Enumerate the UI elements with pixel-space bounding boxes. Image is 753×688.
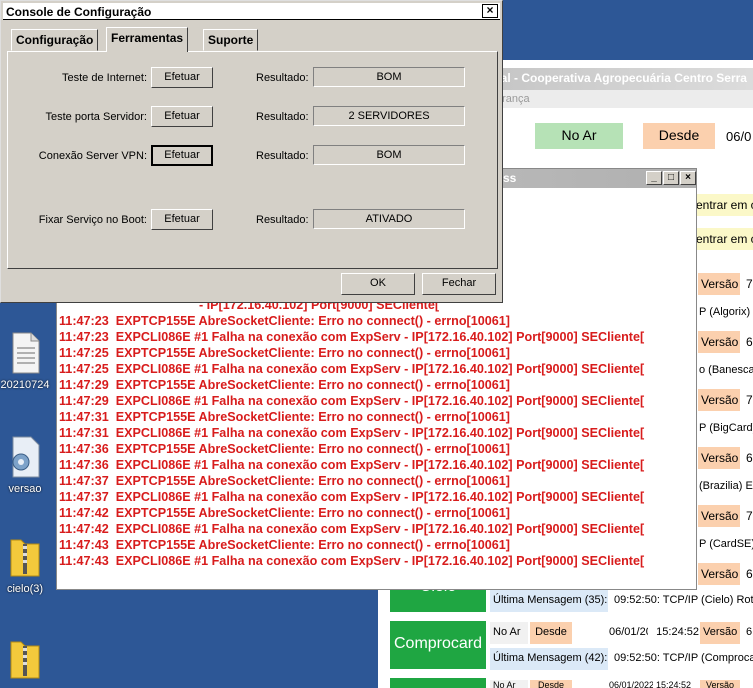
version-value: 7: [743, 389, 753, 411]
top-since-cell: Desde: [643, 123, 715, 149]
comprocard-status: No Ar: [490, 622, 528, 644]
internet-test-label: Teste de Internet:: [62, 72, 147, 84]
side-provider-text: P (Algorix) Ro: [696, 302, 753, 324]
comprocard-version: 6: [743, 622, 753, 644]
boot-service-label: Fixar Serviço no Boot:: [38, 214, 147, 226]
version-label: Versão: [698, 447, 740, 469]
version-value: 7: [743, 273, 753, 295]
server-port-test-label: Teste porta Servidor:: [45, 111, 148, 123]
side-provider-text: P (CardSE) F: [696, 534, 753, 556]
tab-configuracao[interactable]: Configuração: [11, 29, 99, 51]
log-line: 11:47:36 EXPCLI086E #1 Falha na conexão …: [59, 458, 645, 472]
log-line: 11:47:31 EXPTCP155E AbreSocketCliente: E…: [59, 410, 510, 424]
config-console-dialog[interactable]: Console de Configuração × Configuração F…: [0, 0, 503, 303]
version-value: 6: [743, 331, 753, 353]
last-message-label: Última Mensagem (35):: [490, 590, 608, 612]
tab-ferramentas[interactable]: Ferramentas: [106, 27, 189, 52]
log-line: 11:47:29 EXPCLI086E #1 Falha na conexão …: [59, 394, 645, 408]
log-line: 11:47:25 EXPTCP155E AbreSocketCliente: E…: [59, 346, 510, 360]
version-value: 7: [743, 505, 753, 527]
last-message-value: 09:52:50: TCP/IP (Cielo) Roto: [611, 590, 753, 612]
top-status-cell: No Ar: [535, 123, 623, 149]
result-label: Resultado:: [256, 150, 309, 162]
provider-partial: [390, 678, 486, 688]
desktop-icon-file[interactable]: 20210724: [0, 332, 50, 391]
last-message-label: Última Mensagem (42):: [490, 648, 608, 670]
close-button[interactable]: Fechar: [422, 273, 496, 295]
bottom-status: No Ar: [490, 680, 528, 688]
bottom-version: Versão: [700, 680, 740, 688]
comprocard-since-label: Desde: [530, 622, 572, 644]
side-provider-text: P (BigCard) F: [696, 418, 753, 440]
version-value: 6: [743, 447, 753, 469]
desktop-icon-label: cielo(3): [6, 583, 44, 595]
zip-folder-icon: [10, 641, 40, 679]
vpn-connection-result: BOM: [313, 145, 465, 165]
top-date-cell: 06/0: [723, 125, 753, 147]
log-line: 11:47:37 EXPCLI086E #1 Falha na conexão …: [59, 490, 645, 504]
internet-test-button[interactable]: Efetuar: [151, 67, 213, 88]
log-line: 11:47:42 EXPCLI086E #1 Falha na conexão …: [59, 522, 645, 536]
desktop-icon-cielo[interactable]: cielo(3): [0, 534, 50, 595]
log-line: 11:47:23 EXPCLI086E #1 Falha na conexão …: [59, 330, 645, 344]
side-text-1: entrar em c: [693, 194, 753, 216]
desktop-icon-label: 20210724: [0, 379, 50, 391]
log-line: 11:47:43 EXPTCP155E AbreSocketCliente: E…: [59, 538, 510, 552]
vpn-connection-label: Conexão Server VPN:: [38, 150, 147, 162]
version-label: Versão: [698, 273, 740, 295]
bottom-since: Desde: [530, 680, 572, 688]
version-label: Versão: [698, 563, 740, 585]
side-text-2: entrar em c: [693, 228, 753, 250]
log-line: 11:47:42 EXPTCP155E AbreSocketCliente: E…: [59, 506, 510, 520]
last-message-value: 09:52:50: TCP/IP (Comprocard: [611, 648, 753, 670]
close-icon[interactable]: ×: [482, 4, 498, 18]
desktop-icon-label: versao: [8, 483, 42, 495]
settings-file-icon: [12, 436, 40, 478]
dialog-title: Console de Configuração: [6, 5, 152, 19]
ok-button[interactable]: OK: [341, 273, 415, 295]
log-window-title-text: ss: [503, 171, 517, 185]
dialog-title-bar: Console de Configuração ×: [3, 3, 500, 20]
version-label: Versão: [698, 331, 740, 353]
version-label: Versão: [698, 505, 740, 527]
log-line: 11:47:25 EXPCLI086E #1 Falha na conexão …: [59, 362, 645, 376]
text-file-icon: [12, 332, 40, 374]
server-port-test-button[interactable]: Efetuar: [151, 106, 213, 127]
version-value: 6: [743, 563, 753, 585]
log-line: 11:47:31 EXPCLI086E #1 Falha na conexão …: [59, 426, 645, 440]
log-line: 11:47:36 EXPTCP155E AbreSocketCliente: E…: [59, 442, 510, 456]
close-icon[interactable]: ×: [680, 171, 696, 185]
boot-service-button[interactable]: Efetuar: [151, 209, 213, 230]
zip-folder-icon: [10, 539, 40, 577]
result-label: Resultado:: [256, 111, 309, 123]
log-line: 11:47:37 EXPTCP155E AbreSocketCliente: E…: [59, 474, 510, 488]
vpn-connection-button[interactable]: Efetuar: [151, 145, 213, 166]
log-line: 11:47:23 EXPTCP155E AbreSocketCliente: E…: [59, 314, 510, 328]
provider-comprocard[interactable]: Comprocard: [390, 621, 486, 669]
comprocard-time: 15:24:52: [648, 622, 702, 644]
server-port-test-result: 2 SERVIDORES: [313, 106, 465, 126]
side-provider-text: o (Banescar): [696, 360, 753, 382]
result-label: Resultado:: [256, 72, 309, 84]
comprocard-version-label: Versão: [700, 622, 740, 644]
internet-test-result: BOM: [313, 67, 465, 87]
maximize-icon[interactable]: □: [663, 171, 679, 185]
minimize-icon[interactable]: _: [646, 171, 662, 185]
desktop-icon-zip[interactable]: [0, 636, 50, 685]
tools-panel: Teste de Internet: Efetuar Resultado: BO…: [7, 51, 498, 269]
bottom-time: 15:24:52: [653, 680, 701, 688]
boot-service-result: ATIVADO: [313, 209, 465, 229]
version-label: Versão: [698, 389, 740, 411]
desktop-icon-versao[interactable]: versao: [0, 436, 50, 495]
result-label: Resultado:: [256, 214, 309, 226]
side-provider-text: (Brazilia) Er: [696, 476, 753, 498]
log-line: 11:47:29 EXPTCP155E AbreSocketCliente: E…: [59, 378, 510, 392]
tab-suporte[interactable]: Suporte: [203, 29, 259, 51]
log-line: 11:47:43 EXPCLI086E #1 Falha na conexão …: [59, 554, 645, 568]
